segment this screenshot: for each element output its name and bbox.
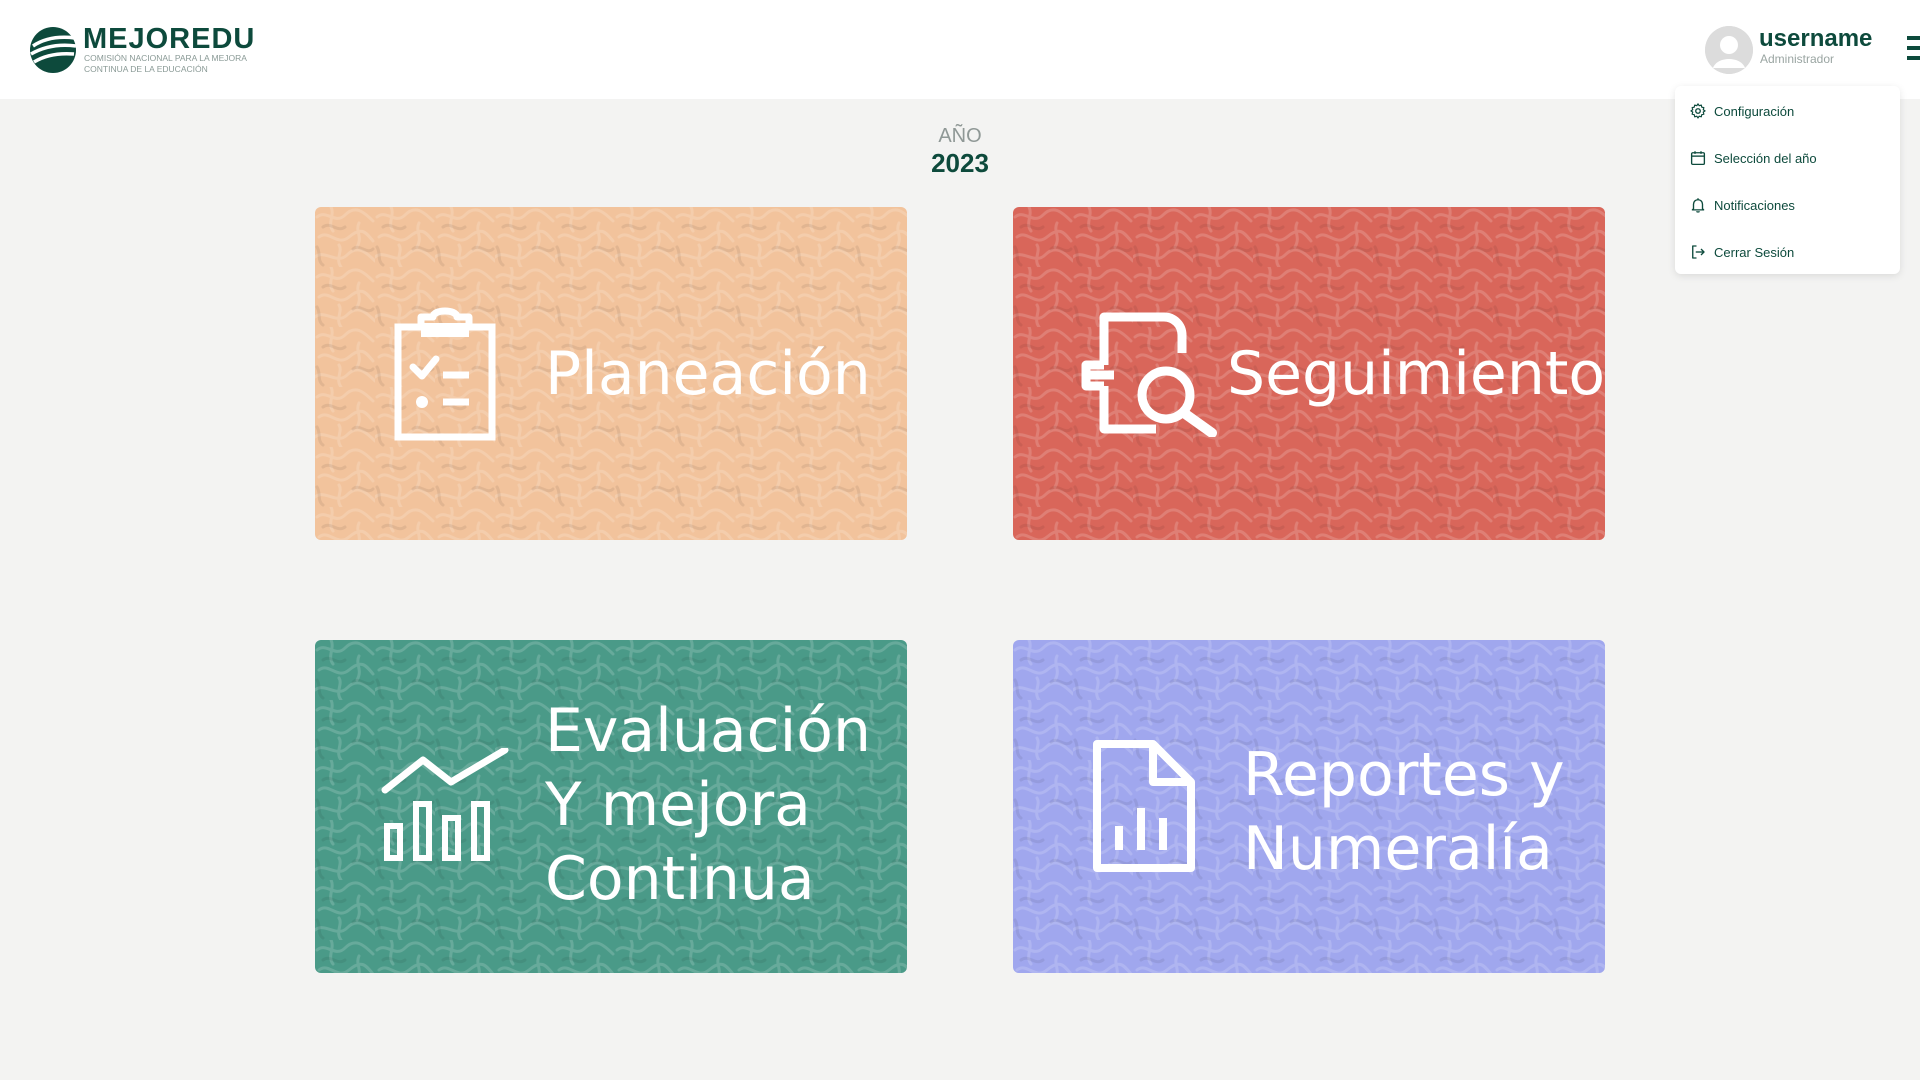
calendar-icon bbox=[1690, 151, 1706, 166]
user-role: Administrador bbox=[1760, 52, 1835, 66]
card-title-line: Continua bbox=[545, 844, 815, 914]
menu-item-notificaciones[interactable]: Notificaciones bbox=[1689, 192, 1889, 218]
mejoredu-logo[interactable]: MEJOREDU COMISIÓN NACIONAL PARA LA MEJOR… bbox=[29, 24, 269, 76]
card-title-line: Y mejora bbox=[545, 770, 811, 840]
card-planeacion[interactable]: Planeación bbox=[315, 207, 907, 540]
logo-subtitle: COMISIÓN NACIONAL PARA LA MEJORA CONTINU… bbox=[84, 53, 247, 74]
card-reportes-numeralia[interactable]: Reportes y Numeralía bbox=[1013, 640, 1605, 973]
year-value: 2023 bbox=[931, 148, 989, 178]
card-title: Planeación bbox=[545, 339, 871, 409]
menu-item-label: Cerrar Sesión bbox=[1714, 244, 1795, 260]
user-profile[interactable]: username Administrador bbox=[1705, 24, 1905, 76]
card-seguimiento[interactable]: Seguimiento bbox=[1013, 207, 1605, 540]
menu-item-label: Selección del año bbox=[1714, 150, 1817, 166]
card-title: Evaluación Y mejora Continua bbox=[545, 694, 871, 916]
hamburger-menu-icon[interactable] bbox=[1907, 36, 1920, 64]
logo-mark-icon bbox=[30, 27, 77, 73]
menu-item-label: Notificaciones bbox=[1714, 197, 1795, 213]
logo-wordmark: MEJOREDU bbox=[83, 23, 256, 55]
card-title: Reportes y Numeralía bbox=[1243, 738, 1565, 886]
top-bar: MEJOREDU COMISIÓN NACIONAL PARA LA MEJOR… bbox=[0, 0, 1920, 99]
user-name: username bbox=[1759, 25, 1873, 52]
menu-item-configuracion[interactable]: Configuración bbox=[1689, 98, 1889, 124]
menu-item-cerrar-sesion[interactable]: Cerrar Sesión bbox=[1689, 239, 1889, 265]
document-chart-icon bbox=[1093, 740, 1195, 872]
menu-item-label: Configuración bbox=[1714, 103, 1795, 119]
card-title-line: Evaluación bbox=[545, 696, 872, 766]
user-avatar-icon bbox=[1705, 26, 1753, 74]
card-title-line: Reportes y bbox=[1243, 740, 1565, 810]
bar-chart-trend-icon bbox=[381, 748, 509, 861]
user-dropdown-menu: Configuración Selección del año Notifica… bbox=[1675, 86, 1900, 274]
card-title-line: Numeralía bbox=[1243, 814, 1553, 884]
card-title: Seguimiento bbox=[1227, 339, 1605, 409]
year-label: AÑO bbox=[938, 125, 982, 147]
card-evaluacion-mejora-continua[interactable]: Evaluación Y mejora Continua bbox=[315, 640, 907, 973]
avatar[interactable] bbox=[1705, 26, 1753, 74]
document-search-icon bbox=[1081, 312, 1217, 437]
bell-icon bbox=[1691, 198, 1705, 213]
logout-icon bbox=[1692, 245, 1705, 259]
gear-icon bbox=[1690, 103, 1706, 119]
clipboard-checklist-icon bbox=[394, 307, 496, 441]
year-indicator: AÑO 2023 bbox=[880, 124, 1040, 178]
menu-item-seleccion-anio[interactable]: Selección del año bbox=[1689, 145, 1889, 171]
